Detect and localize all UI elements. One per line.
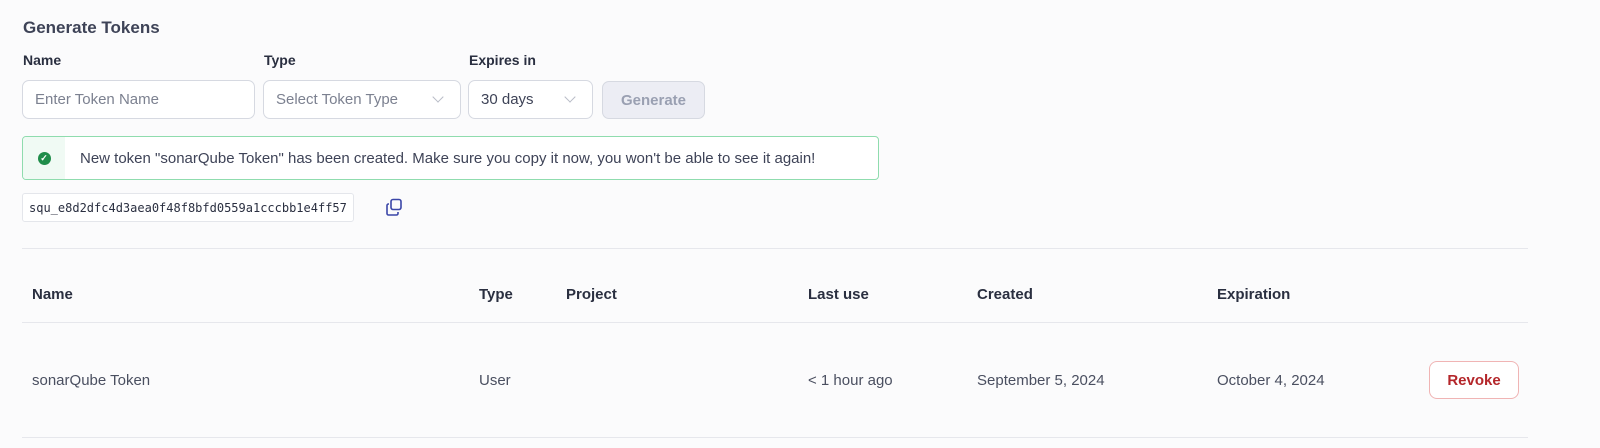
header-project: Project xyxy=(566,286,617,303)
header-expiration: Expiration xyxy=(1217,286,1291,303)
expires-value: 30 days xyxy=(481,91,534,108)
token-type: User xyxy=(479,372,511,389)
chevron-down-icon xyxy=(564,91,576,103)
header-name: Name xyxy=(32,286,73,303)
banner-message: New token "sonarQube Token" has been cre… xyxy=(80,149,816,167)
chevron-down-icon xyxy=(432,91,444,103)
token-name: sonarQube Token xyxy=(32,372,151,389)
divider xyxy=(22,437,1528,438)
token-created: September 5, 2024 xyxy=(977,372,1105,389)
success-banner: ✓ New token "sonarQube Token" has been c… xyxy=(22,136,879,180)
generate-button[interactable]: Generate xyxy=(602,81,705,119)
header-type: Type xyxy=(479,286,513,303)
divider xyxy=(22,248,1528,249)
name-label: Name xyxy=(23,52,62,68)
token-type-select[interactable]: Select Token Type xyxy=(263,80,461,119)
header-created: Created xyxy=(977,286,1033,303)
token-name-placeholder: Enter Token Name xyxy=(35,91,159,108)
type-label: Type xyxy=(264,52,296,68)
token-name-input[interactable]: Enter Token Name xyxy=(22,80,255,119)
page-title: Generate Tokens xyxy=(23,18,160,37)
divider xyxy=(22,322,1528,323)
token-last-use: < 1 hour ago xyxy=(808,372,893,389)
revoke-button[interactable]: Revoke xyxy=(1429,361,1519,399)
token-type-placeholder: Select Token Type xyxy=(276,91,399,108)
expires-label: Expires in xyxy=(469,52,536,68)
copy-icon[interactable] xyxy=(385,198,403,216)
token-value: squ_e8d2dfc4d3aea0f48f8bfd0559a1cccbb1e4… xyxy=(22,193,354,222)
header-last-use: Last use xyxy=(808,286,869,303)
check-circle-icon: ✓ xyxy=(37,151,51,165)
expires-select[interactable]: 30 days xyxy=(468,80,593,119)
token-expiration: October 4, 2024 xyxy=(1217,372,1325,389)
